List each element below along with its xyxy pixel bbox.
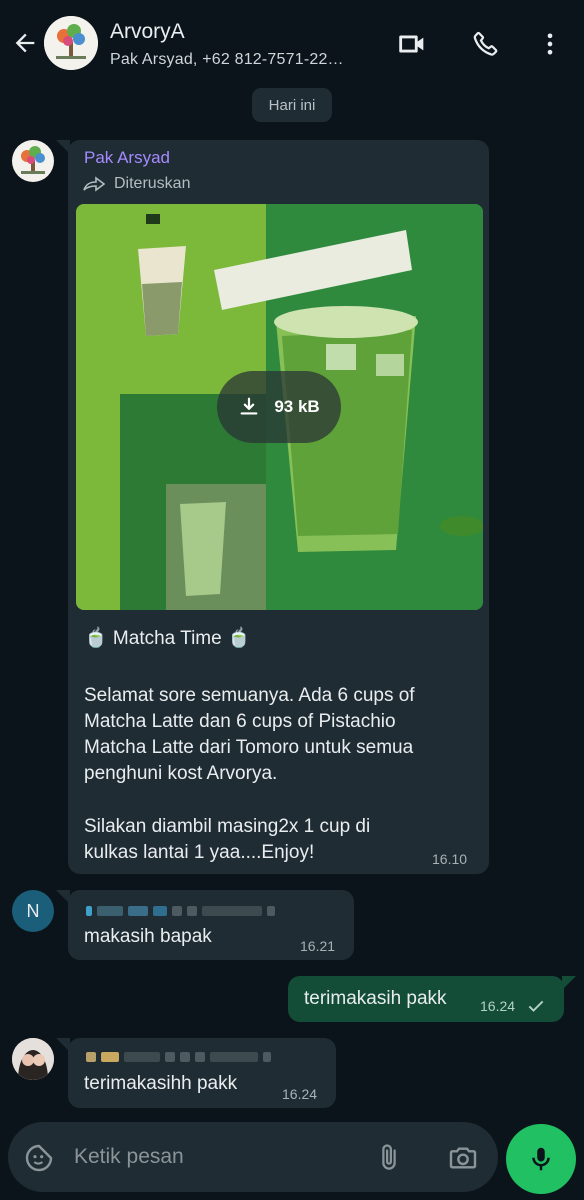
message-text-line: Matcha Latte dari Tomoro untuk semua <box>84 737 414 758</box>
sticker-icon[interactable] <box>22 1141 56 1175</box>
phone-icon[interactable] <box>466 24 506 64</box>
avatar-letter: N <box>26 900 40 921</box>
chat-subtitle[interactable]: Pak Arsyad, +62 812-7571-22… <box>110 51 344 69</box>
mic-button[interactable] <box>506 1124 576 1194</box>
mic-icon <box>532 1147 550 1171</box>
download-button[interactable]: 93 kB <box>217 371 341 443</box>
sender-avatar[interactable]: N <box>12 890 54 932</box>
redacted-sender-name <box>86 1052 271 1062</box>
arrow-left-icon[interactable] <box>8 26 42 60</box>
message-text-line: Matcha Latte dan 6 cups of Pistachio <box>84 711 396 732</box>
message-text: terimakasih pakk <box>304 988 447 1009</box>
message-text-line: Selamat sore semuanya. Ada 6 cups of <box>84 685 415 706</box>
chat-header: ArvoryA Pak Arsyad, +62 812-7571-22… <box>0 0 584 88</box>
message-text-line: Silakan diambil masing2x 1 cup di <box>84 816 371 837</box>
forwarded-label: Diteruskan <box>82 175 190 193</box>
bubble-tail <box>562 976 576 990</box>
sent-check-icon <box>526 996 546 1016</box>
paperclip-icon[interactable] <box>372 1141 406 1175</box>
more-vert-icon[interactable] <box>530 24 570 64</box>
message-text-line: penghuni kost Arvorya. <box>84 763 278 784</box>
chat-title[interactable]: ArvoryA <box>110 20 185 44</box>
date-divider: Hari ini <box>252 88 332 122</box>
video-call-icon[interactable] <box>392 24 432 64</box>
message-time: 16.24 <box>282 1086 318 1102</box>
camera-icon[interactable] <box>446 1141 480 1175</box>
sender-name[interactable]: Pak Arsyad <box>84 148 170 168</box>
download-icon <box>240 397 258 415</box>
caption-title: 🍵 Matcha Time 🍵 <box>84 628 251 649</box>
forwarded-text: Diteruskan <box>114 175 191 192</box>
forward-icon <box>83 176 106 192</box>
sender-avatar[interactable] <box>12 140 54 182</box>
message-input[interactable]: Ketik pesan <box>74 1145 184 1169</box>
message-text-line: kulkas lantai 1 yaa....Enjoy! <box>84 842 315 863</box>
group-avatar[interactable] <box>44 16 98 70</box>
redacted-sender-name <box>86 906 275 916</box>
file-size-label: 93 kB <box>274 397 320 416</box>
message-time: 16.24 <box>480 998 516 1014</box>
message-time: 16.10 <box>432 851 468 867</box>
message-text: terimakasihh pakk <box>84 1073 238 1094</box>
sender-avatar[interactable] <box>12 1038 54 1080</box>
message-text: makasih bapak <box>84 926 212 947</box>
message-time: 16.21 <box>300 938 336 954</box>
